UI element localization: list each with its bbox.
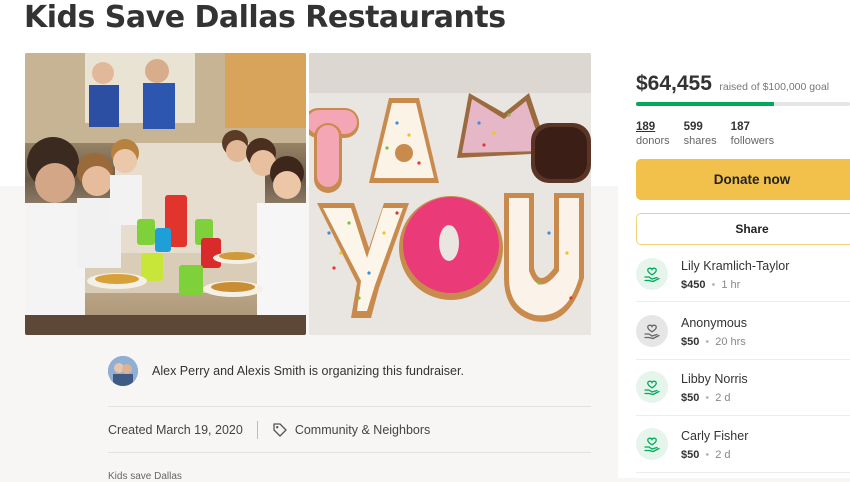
heart-hand-icon <box>636 428 668 460</box>
campaign-meta: Created March 19, 2020 Community & Neigh… <box>108 420 430 440</box>
stat-followers: 187 followers <box>731 120 774 148</box>
progress-fill <box>636 102 775 106</box>
heart-hand-icon <box>636 371 668 403</box>
heart-hand-icon <box>636 258 668 290</box>
story-text: Kids save Dallas <box>108 471 182 482</box>
stat-shares: 599 shares <box>684 120 717 148</box>
raised-amount: $64,455 <box>636 72 712 95</box>
donation-details: $50 • 2 d <box>681 449 731 461</box>
raised-summary: $64,455 raised of $100,000 goal <box>636 72 829 96</box>
organizer-row: Alex Perry and Alexis Smith is organizin… <box>108 355 464 387</box>
donation-amount: $450 <box>681 279 706 291</box>
donor-name: Anonymous <box>681 316 748 330</box>
donation-details: $50 • 2 d <box>681 392 731 404</box>
divider <box>636 472 850 473</box>
created-date: Created March 19, 2020 <box>108 423 243 437</box>
organizer-text: Alex Perry and Alexis Smith is organizin… <box>152 364 464 378</box>
donation-sidebar: $64,455 raised of $100,000 goal 189 dono… <box>618 58 850 478</box>
donut-letter-O <box>399 196 503 300</box>
tag-icon <box>273 423 287 437</box>
donation-details: $450 • 1 hr <box>681 279 740 291</box>
donation-amount: $50 <box>681 449 700 461</box>
stats-row: 189 donors 599 shares 187 followers <box>636 120 788 148</box>
category-link[interactable]: Community & Neighbors <box>295 423 430 437</box>
donation-amount: $50 <box>681 392 700 404</box>
goal-text: raised of $100,000 goal <box>719 81 830 93</box>
donation-time: 20 hrs <box>715 336 746 348</box>
divider <box>108 406 591 407</box>
donation-time: 1 hr <box>721 279 741 291</box>
progress-bar <box>636 102 850 106</box>
donation-item[interactable]: Anonymous $50 • 20 hrs <box>636 315 850 365</box>
campaign-photo-kids[interactable] <box>25 53 306 335</box>
donor-name: Libby Norris <box>681 372 748 386</box>
bullet-separator: • <box>705 392 710 404</box>
stat-value: 599 <box>683 121 703 133</box>
bullet-separator: • <box>705 449 710 461</box>
donor-name: Lily Kramlich-Taylor <box>681 259 790 273</box>
donation-item[interactable]: Carly Fisher $50 • 2 d <box>636 428 850 478</box>
stat-value: 187 <box>730 121 750 133</box>
donut-letter-K <box>531 123 591 183</box>
donation-amount: $50 <box>681 336 700 348</box>
stat-donors[interactable]: 189 donors <box>636 120 670 148</box>
donation-item[interactable]: Libby Norris $50 • 2 d <box>636 371 850 421</box>
organizer-avatar[interactable] <box>108 356 138 386</box>
campaign-photo-donuts[interactable] <box>309 53 591 335</box>
meta-separator <box>256 421 258 439</box>
divider <box>636 359 850 360</box>
bullet-separator: • <box>711 279 716 291</box>
donation-time: 2 d <box>715 392 731 404</box>
stat-label: donors <box>636 135 670 147</box>
donation-time: 2 d <box>715 449 731 461</box>
donate-now-button[interactable]: Donate now <box>636 159 850 200</box>
stat-label: followers <box>730 135 775 147</box>
donor-name: Carly Fisher <box>681 429 749 443</box>
heart-hand-icon <box>636 315 668 347</box>
share-button[interactable]: Share <box>636 213 850 245</box>
stat-value: 189 <box>636 121 656 133</box>
bullet-separator: • <box>705 336 710 348</box>
divider <box>636 301 850 302</box>
campaign-title: Kids Save Dallas Restaurants <box>24 0 506 35</box>
divider <box>636 415 850 416</box>
divider <box>108 452 591 453</box>
stat-label: shares <box>683 135 717 147</box>
donation-details: $50 • 20 hrs <box>681 336 746 348</box>
